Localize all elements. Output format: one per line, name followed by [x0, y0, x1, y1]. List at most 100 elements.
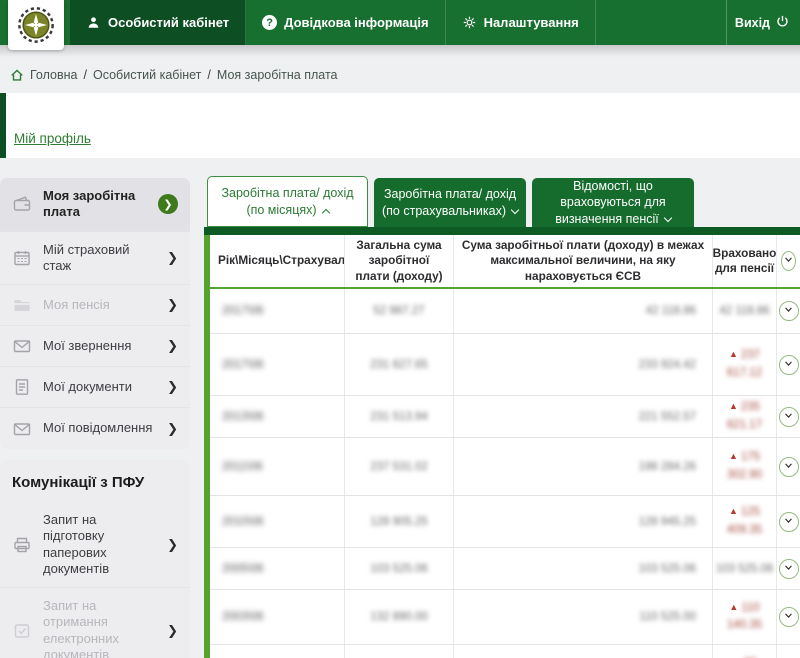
nav-item-label: Особистий кабінет — [108, 15, 229, 30]
warning-icon: ▲ — [729, 505, 738, 519]
chevron-right-icon: ❯ — [167, 250, 178, 266]
row-expand-button[interactable] — [779, 607, 799, 627]
sidebar-item-label: Мої звернення — [43, 338, 156, 354]
sidebar-item-label: Запит на отримання електронних документі… — [43, 598, 156, 658]
row-expand-button[interactable] — [779, 559, 799, 579]
chevron-right-icon: ❯ — [158, 194, 178, 214]
period-value: 2010\06 — [222, 516, 264, 528]
chevron-right-icon: ❯ — [167, 537, 178, 553]
counted-value-2: 302.90 — [727, 469, 762, 481]
table-body: 2017\0652 987.2742 118.8642 118.862017\0… — [210, 289, 800, 658]
capped-salary-value: 128 945.25 — [638, 516, 696, 528]
printer-icon — [12, 535, 32, 555]
sidebar-item[interactable]: Мої документи❯ — [0, 367, 190, 408]
sidebar-item[interactable]: Мої повідомлення❯ — [0, 408, 190, 449]
total-salary-value: 103 525.06 — [370, 563, 428, 575]
row-expand-button[interactable] — [779, 457, 799, 477]
sidebar-menu: Моя заробітна плата❯Мій страховий стаж❯М… — [0, 178, 190, 658]
gear-icon — [462, 15, 477, 30]
capped-salary-value: 42 118.86 — [646, 305, 696, 317]
tab-label: Заробітна плата/ дохід (по страхувальник… — [382, 186, 518, 219]
breadcrumb-link[interactable]: Головна — [30, 68, 78, 82]
row-expand-button[interactable] — [779, 512, 799, 532]
sidebar-section: Комунікації з ПФУЗапит на підготовку пап… — [0, 460, 190, 658]
chevron-down-icon — [782, 409, 795, 425]
table-row: 2017\06231 627.65233 924.42▲237617.12 — [210, 334, 800, 396]
counted-value: 125 — [741, 506, 760, 518]
warning-icon: ▲ — [729, 450, 738, 464]
green-edge-bar — [0, 93, 6, 158]
tab-3[interactable]: Відомості, що враховуються для визначенн… — [532, 178, 694, 227]
row-expand-button[interactable] — [779, 301, 799, 321]
nav-item-label: Налаштування — [484, 15, 579, 30]
sidebar-item: Запит на отримання електронних документі… — [0, 588, 190, 658]
total-salary-value: 52 987.27 — [373, 305, 424, 317]
my-profile-link[interactable]: Мій профіль — [14, 131, 91, 146]
period-value: 2005\06 — [222, 563, 264, 575]
folder-icon — [12, 295, 32, 315]
top-navbar: Особистий кабінет? Довідкова інформація На… — [0, 0, 800, 45]
sidebar-item[interactable]: Запит на підготовку паперових документів… — [0, 502, 190, 588]
sidebar-item[interactable]: Мій страховий стаж ❯ — [0, 232, 190, 286]
tab-underline-bar — [204, 227, 800, 235]
counted-value-2: 409.35 — [727, 524, 762, 536]
nav-item-link[interactable]: ? Довідкова інформація — [246, 0, 445, 45]
navbar-shadow — [0, 45, 800, 57]
caret-up-icon — [321, 208, 329, 216]
row-expand-button[interactable] — [779, 407, 799, 427]
nav-item-active[interactable]: Особистий кабінет — [70, 0, 246, 45]
counted-value-2: 140.35 — [727, 619, 762, 631]
table-header-row: Рік\Місяць\СтрахувальникЗагальна сума за… — [210, 235, 800, 289]
capped-salary-value: 103 525.06 — [638, 563, 696, 575]
breadcrumb-link[interactable]: Особистий кабінет — [93, 68, 201, 82]
pfu-emblem-icon — [17, 6, 55, 44]
user-icon — [86, 15, 101, 30]
breadcrumb-separator: / — [207, 68, 210, 82]
breadcrumb: Головна/Особистий кабінет/Моя заробітна … — [0, 57, 800, 93]
wallet-icon — [12, 194, 32, 214]
nav-item-label: Довідкова інформація — [284, 15, 428, 30]
table-row: 2005\06103 525.06103 525.06103 525.06 — [210, 548, 800, 590]
chevron-down-icon — [782, 561, 795, 577]
sidebar-item[interactable]: Мої звернення ❯ — [0, 326, 190, 367]
table-row: 2003\06132 890.00110 525.00▲110140.35 — [210, 590, 800, 645]
counted-value-2: 617.12 — [727, 367, 762, 379]
logout-button[interactable]: Вихід — [726, 0, 800, 45]
chevron-right-icon: ❯ — [167, 338, 178, 354]
logout-label: Вихід — [735, 16, 770, 30]
tab-2[interactable]: Заробітна плата/ дохід (по страхувальник… — [374, 178, 526, 227]
sidebar-item-label: Запит на підготовку паперових документів — [43, 512, 156, 577]
table-row: 2017\06 52 987.27 42 118.86 42 118.86 — [210, 289, 800, 334]
capped-salary-value: 198 284.26 — [638, 461, 696, 473]
chevron-down-icon — [782, 253, 795, 269]
chevron-right-icon: ❯ — [167, 379, 178, 395]
expand-all-button[interactable] — [781, 251, 796, 271]
nav-item-link[interactable]: Налаштування — [446, 0, 596, 45]
breadcrumb-separator: / — [84, 68, 87, 82]
sidebar-item: Моя пенсія❯ — [0, 285, 190, 326]
mail-icon — [12, 336, 32, 356]
chevron-right-icon: ❯ — [167, 297, 178, 313]
power-icon — [775, 14, 790, 32]
row-expand-button[interactable] — [779, 355, 799, 375]
sidebar-item[interactable]: Моя заробітна плата❯ — [0, 178, 190, 232]
sidebar-item-label: Мій страховий стаж — [43, 242, 156, 275]
salary-table: Рік\Місяць\СтрахувальникЗагальна сума за… — [204, 235, 800, 658]
question-icon: ? — [262, 15, 277, 30]
pfu-logo[interactable] — [8, 0, 64, 50]
tab-label: Відомості, що враховуються для визначенн… — [540, 178, 686, 227]
tab-label: Заробітна плата/ дохід (по місяцях) — [216, 185, 359, 218]
tab-active[interactable]: Заробітна плата/ дохід (по місяцях) — [207, 176, 368, 227]
home-icon — [10, 68, 24, 82]
table-header-cell: Загальна сума заробітної плати (доходу) — [344, 235, 453, 287]
table-row: 2001\0698 450.1296 210.40▲96210.40 — [210, 645, 800, 658]
period-value: 2017\06 — [222, 305, 264, 317]
counted-value: 42 118.86 — [719, 305, 769, 317]
table-header-cell: Сума заробітньої плати (доходу) в межах … — [453, 235, 712, 287]
warning-icon: ▲ — [729, 348, 738, 362]
chevron-down-icon — [782, 514, 795, 530]
tab-bar: Заробітна плата/ дохід (по місяцях) Зароб… — [207, 177, 800, 227]
calendar-icon — [12, 248, 32, 268]
capped-salary-value: 221 552.57 — [638, 411, 696, 423]
chevron-right-icon: ❯ — [167, 623, 178, 639]
